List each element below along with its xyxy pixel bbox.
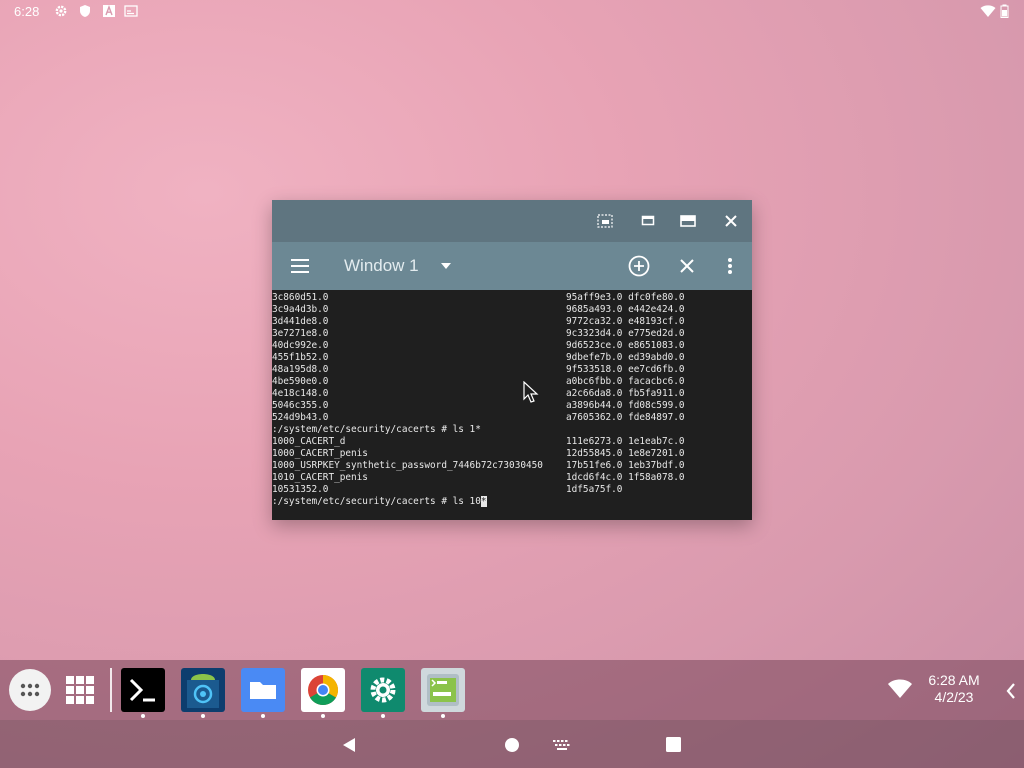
restore-button[interactable]: [637, 210, 659, 232]
terminal-line: 4be590e0.0: [272, 376, 329, 387]
terminal-line: 9c3323d4.0 e775ed2d.0: [566, 328, 685, 339]
window-caption-bar[interactable]: [272, 200, 752, 242]
terminal-line: 3d441de8.0: [272, 316, 329, 327]
terminal-line: 48a195d8.0: [272, 364, 329, 375]
running-indicator: [441, 714, 445, 718]
terminal-line: a7605362.0 fde84897.0: [566, 412, 685, 423]
wifi-icon[interactable]: [887, 679, 913, 699]
terminal-left-column: 3c860d51.0 3c9a4d3b.0 3d441de8.0 3e7271e…: [272, 292, 543, 508]
terminal-line: 524d9b43.0: [272, 412, 329, 423]
terminal-line: 1010_CACERT_penis: [272, 472, 368, 483]
terminal-line: 111e6273.0 1e1eab7c.0: [566, 436, 685, 447]
shield-icon: [80, 5, 90, 17]
terminal-window[interactable]: Window 1 3c860d51.0 3c9a4d3b.0 3d441de8.…: [272, 200, 752, 520]
terminal-line: 1000_USRPKEY_synthetic_password_7446b72c…: [272, 460, 543, 471]
wifi-icon: [980, 5, 996, 17]
keyboard-icon[interactable]: [553, 740, 571, 750]
terminal-line: 40dc992e.0: [272, 340, 329, 351]
settings-app[interactable]: [361, 668, 405, 718]
running-indicator: [201, 714, 205, 718]
recents-icon[interactable]: [666, 737, 681, 752]
terminal-line: 3e7271e8.0: [272, 328, 329, 339]
terminal-line: 9685a493.0 e442e424.0: [566, 304, 685, 315]
chrome-icon: [308, 675, 339, 706]
terminal-line: a2c66da8.0 fb5fa911.0: [566, 388, 685, 399]
window-title[interactable]: Window 1: [344, 256, 419, 276]
navigation-bar: [0, 720, 1024, 768]
gear-icon: [370, 677, 396, 703]
terminal-line: 5046c355.0: [272, 400, 329, 411]
folder-icon: [250, 682, 276, 699]
taskbar: 6:28 AM 4/2/23: [0, 660, 1024, 720]
clock-date: 4/2/23: [934, 689, 974, 705]
terminal-line: 1000_CACERT_d: [272, 436, 346, 447]
chevron-down-icon[interactable]: [440, 262, 452, 270]
terminal-line: 1df5a75f.0: [566, 484, 623, 495]
home-icon[interactable]: [504, 737, 520, 753]
close-button[interactable]: [720, 210, 742, 232]
terminal-line: 9dbefe7b.0 ed39abd0.0: [566, 352, 685, 363]
android-icon: [187, 674, 219, 708]
battery-icon: [1000, 4, 1009, 18]
terminal-line: 12d55845.0 1e8e7201.0: [566, 448, 685, 459]
running-indicator: [321, 714, 325, 718]
maximize-button[interactable]: [677, 210, 699, 232]
screen-icon: [124, 5, 138, 17]
terminal-line: 17b51fe6.0 1eb37bdf.0: [566, 460, 685, 471]
running-indicator: [381, 714, 385, 718]
terminal-line: 4e18c148.0: [272, 388, 329, 399]
terminal-prompt-line: :/system/etc/security/cacerts # ls 10: [272, 496, 481, 507]
back-icon[interactable]: [342, 737, 356, 753]
terminal-line: 1000_CACERT_penis: [272, 448, 368, 459]
close-icon: [725, 215, 737, 227]
chrome-app[interactable]: [301, 668, 345, 718]
status-time: 6:28: [14, 4, 40, 19]
overview-grid-icon[interactable]: [66, 676, 94, 704]
files-app[interactable]: [241, 668, 285, 718]
terminal-right-column: 95aff9e3.0 dfc0fe80.0 9685a493.0 e442e42…: [566, 292, 685, 496]
mouse-pointer-icon: [523, 381, 539, 403]
running-indicator: [261, 714, 265, 718]
terminal-app[interactable]: [121, 668, 165, 718]
close-window-icon[interactable]: [680, 259, 694, 273]
apps-grid-icon: [20, 683, 40, 697]
terminal-line: 9f533518.0 ee7cd6fb.0: [566, 364, 685, 375]
gear-icon: [55, 5, 67, 17]
terminal-line: a0bc6fbb.0 facacbc6.0: [566, 376, 685, 387]
terminal-line: 95aff9e3.0 dfc0fe80.0: [566, 292, 685, 303]
overflow-menu-icon[interactable]: [727, 257, 733, 275]
terminal-cursor: *: [480, 496, 487, 507]
terminal-icon: [129, 678, 155, 702]
terminal-line: 9772ca32.0 e48193cf.0: [566, 316, 685, 327]
term-icon: [427, 674, 459, 706]
maximize-icon: [680, 215, 696, 227]
taskbar-clock[interactable]: 6:28 AM 4/2/23: [920, 672, 988, 706]
terminal-line: 1dcd6f4c.0 1f58a078.0: [566, 472, 685, 483]
app-toolbar: Window 1: [272, 242, 752, 290]
terminal-line: 455f1b52.0: [272, 352, 329, 363]
terminal-prompt-line: :/system/etc/security/cacerts # ls 1*: [272, 424, 481, 435]
screenshot-button[interactable]: [594, 210, 616, 232]
android-app[interactable]: [181, 668, 225, 718]
running-indicator: [141, 714, 145, 718]
terminal-line: 10531352.0: [272, 484, 329, 495]
app-drawer-button[interactable]: [9, 669, 51, 711]
terminal-line: a3896b44.0 fd08c599.0: [566, 400, 685, 411]
terminal-line: 3c860d51.0: [272, 292, 329, 303]
font-icon: [103, 5, 115, 17]
term-app[interactable]: [421, 668, 465, 718]
restore-icon: [641, 215, 655, 226]
terminal-screen[interactable]: 3c860d51.0 3c9a4d3b.0 3d441de8.0 3e7271e…: [272, 290, 752, 520]
clock-time: 6:28 AM: [928, 672, 980, 688]
terminal-line: 9d6523ce.0 e8651083.0: [566, 340, 685, 351]
screenshot-icon: [597, 214, 613, 228]
terminal-line: 3c9a4d3b.0: [272, 304, 329, 315]
chevron-left-icon[interactable]: [1006, 683, 1016, 699]
status-bar: 6:28: [0, 0, 1024, 24]
menu-icon[interactable]: [290, 258, 310, 274]
new-window-icon[interactable]: [628, 255, 650, 277]
taskbar-divider: [110, 668, 112, 712]
